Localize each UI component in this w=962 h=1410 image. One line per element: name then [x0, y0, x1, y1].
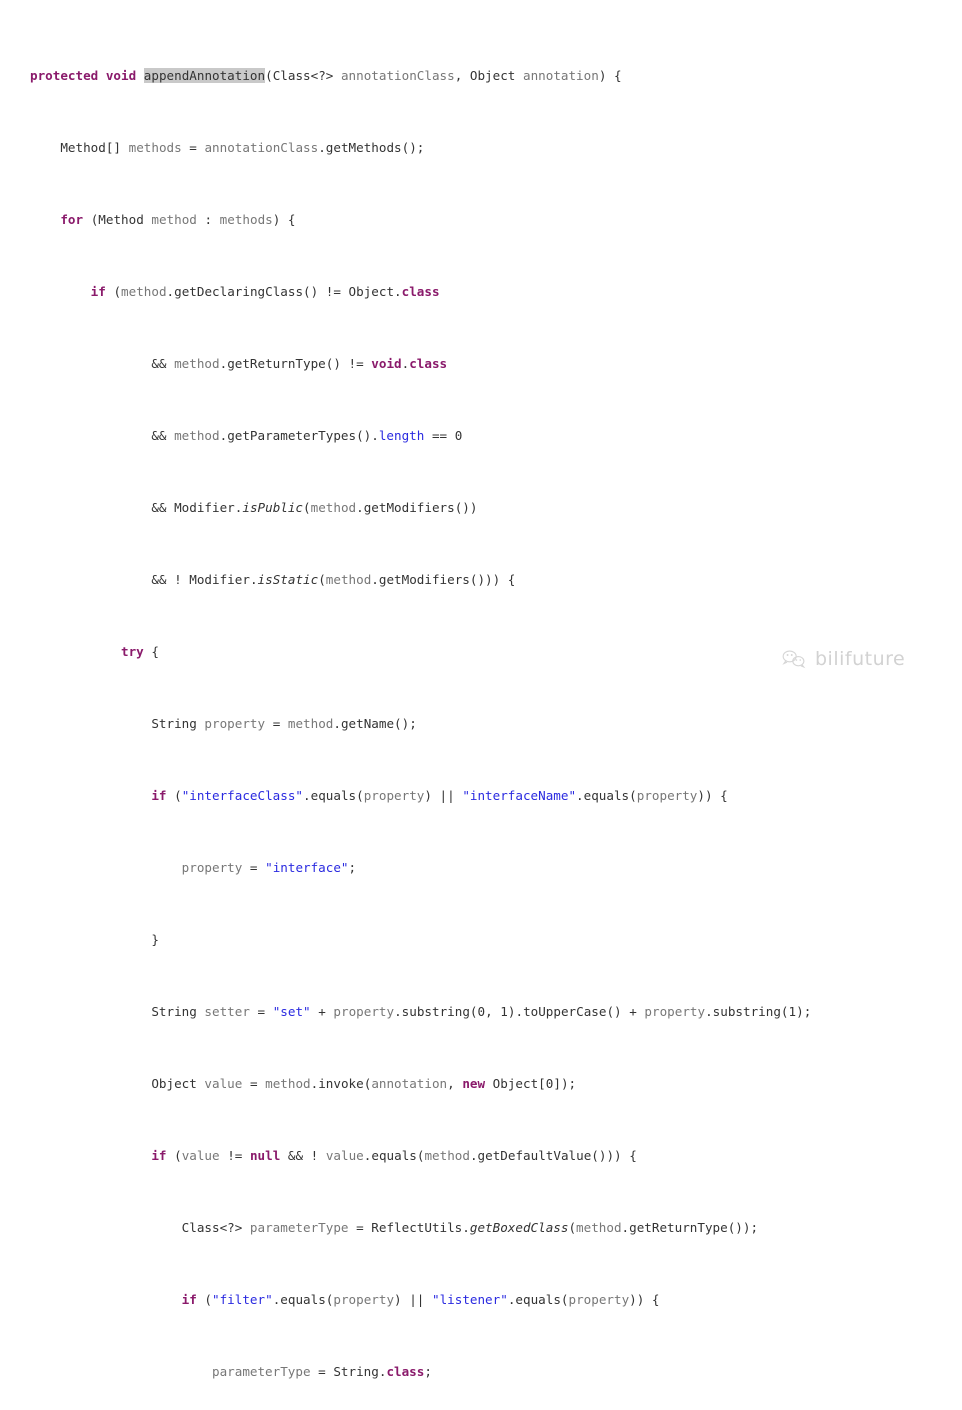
code-line: parameterType = String.class; [211, 1364, 432, 1379]
code-line: protected void appendAnnotation(Class<?>… [30, 68, 622, 83]
code-line: } [151, 932, 159, 947]
selected-method-name: appendAnnotation [143, 68, 266, 83]
code-line: if ("interfaceClass".equals(property) ||… [151, 788, 728, 803]
code-line: String property = method.getName(); [151, 716, 417, 731]
code-line: for (Method method : methods) { [60, 212, 296, 227]
code-editor-view: protected void appendAnnotation(Class<?>… [0, 0, 962, 1379]
code-listing[interactable]: protected void appendAnnotation(Class<?>… [0, 13, 962, 1410]
code-line: && method.getReturnType() != void.class [151, 356, 448, 371]
code-line: Method[] methods = annotationClass.getMe… [60, 140, 425, 155]
code-line: property = "interface"; [181, 860, 357, 875]
code-line: String setter = "set" + property.substri… [151, 1004, 812, 1019]
code-line: if (value != null && ! value.equals(meth… [151, 1148, 637, 1163]
code-line: if ("filter".equals(property) || "listen… [181, 1292, 660, 1307]
code-line: && method.getParameterTypes().length == … [151, 428, 463, 443]
code-line: Object value = method.invoke(annotation,… [151, 1076, 577, 1091]
code-line: try { [121, 644, 159, 659]
code-line: && ! Modifier.isStatic(method.getModifie… [151, 572, 516, 587]
code-line: Class<?> parameterType = ReflectUtils.ge… [181, 1220, 759, 1235]
code-line: if (method.getDeclaringClass() != Object… [90, 284, 440, 299]
code-line: && Modifier.isPublic(method.getModifiers… [151, 500, 478, 515]
